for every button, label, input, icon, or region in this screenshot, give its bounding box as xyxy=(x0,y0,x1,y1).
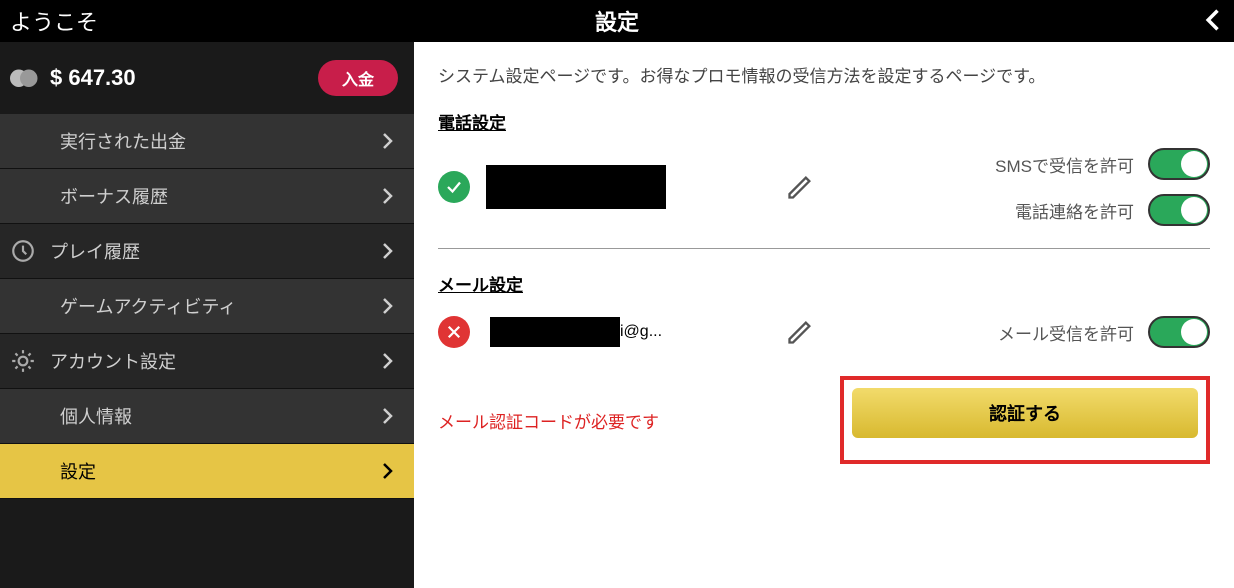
cross-icon xyxy=(438,316,470,348)
balance-row: $ 647.30 入金 xyxy=(0,42,414,114)
sidebar-item-6[interactable]: 設定 xyxy=(0,444,414,499)
email-toggle-label: メール受信を許可 xyxy=(998,320,1134,345)
sidebar: $ 647.30 入金 実行された出金ボーナス履歴プレイ履歴ゲームアクティビティ… xyxy=(0,42,414,588)
description-text: システム設定ページです。お得なプロモ情報の受信方法を設定するページです。 xyxy=(438,62,1210,87)
sms-toggle-label: SMSで受信を許可 xyxy=(995,152,1134,177)
sms-toggle[interactable] xyxy=(1148,148,1210,180)
page-title: 設定 xyxy=(595,5,639,37)
email-setting-row: i@g... メール受信を許可 xyxy=(438,310,1210,354)
sidebar-item-2[interactable]: プレイ履歴 xyxy=(0,224,414,279)
balance-amount: $ 647.30 xyxy=(50,65,318,91)
verify-button[interactable]: 認証する xyxy=(852,388,1198,438)
sidebar-item-1[interactable]: ボーナス履歴 xyxy=(0,169,414,224)
check-icon xyxy=(438,171,470,203)
verify-row: メール認証コードが必要です 認証する xyxy=(438,376,1210,464)
chevron-right-icon xyxy=(382,297,394,315)
sidebar-item-label: 個人情報 xyxy=(60,403,382,429)
email-value: i@g... xyxy=(486,310,666,354)
sidebar-item-3[interactable]: ゲームアクティビティ xyxy=(0,279,414,334)
gear-icon xyxy=(10,348,36,374)
wallet-icon xyxy=(10,67,40,89)
back-icon[interactable] xyxy=(1200,6,1228,36)
clock-icon xyxy=(10,238,36,264)
sidebar-item-label: ボーナス履歴 xyxy=(60,183,382,209)
call-toggle[interactable] xyxy=(1148,194,1210,226)
chevron-right-icon xyxy=(382,407,394,425)
sidebar-item-label: 設定 xyxy=(60,458,382,484)
sidebar-item-0[interactable]: 実行された出金 xyxy=(0,114,414,169)
chevron-right-icon xyxy=(382,242,394,260)
sidebar-item-label: 実行された出金 xyxy=(60,128,382,154)
call-toggle-label: 電話連絡を許可 xyxy=(1015,198,1134,223)
verify-message: メール認証コードが必要です xyxy=(438,408,659,433)
divider xyxy=(438,248,1210,249)
phone-value-masked xyxy=(486,165,666,209)
email-toggle[interactable] xyxy=(1148,316,1210,348)
sidebar-item-label: ゲームアクティビティ xyxy=(60,293,382,319)
content-panel: システム設定ページです。お得なプロモ情報の受信方法を設定するページです。 電話設… xyxy=(414,42,1234,588)
pencil-icon[interactable] xyxy=(786,173,814,201)
phone-section-title: 電話設定 xyxy=(438,109,1210,134)
pencil-icon[interactable] xyxy=(786,318,814,346)
sidebar-item-label: アカウント設定 xyxy=(50,348,382,374)
top-bar: ようこそ 設定 xyxy=(0,0,1234,42)
email-section-title: メール設定 xyxy=(438,271,1210,296)
sidebar-item-4[interactable]: アカウント設定 xyxy=(0,334,414,389)
email-suffix: i@g... xyxy=(620,323,662,341)
chevron-right-icon xyxy=(382,462,394,480)
chevron-right-icon xyxy=(382,187,394,205)
verify-highlight-box: 認証する xyxy=(840,376,1210,464)
chevron-right-icon xyxy=(382,132,394,150)
sidebar-item-label: プレイ履歴 xyxy=(50,238,382,264)
chevron-right-icon xyxy=(382,352,394,370)
sidebar-item-5[interactable]: 個人情報 xyxy=(0,389,414,444)
deposit-button[interactable]: 入金 xyxy=(318,60,398,96)
phone-setting-row: SMSで受信を許可 電話連絡を許可 xyxy=(438,148,1210,226)
welcome-text: ようこそ xyxy=(0,5,98,37)
